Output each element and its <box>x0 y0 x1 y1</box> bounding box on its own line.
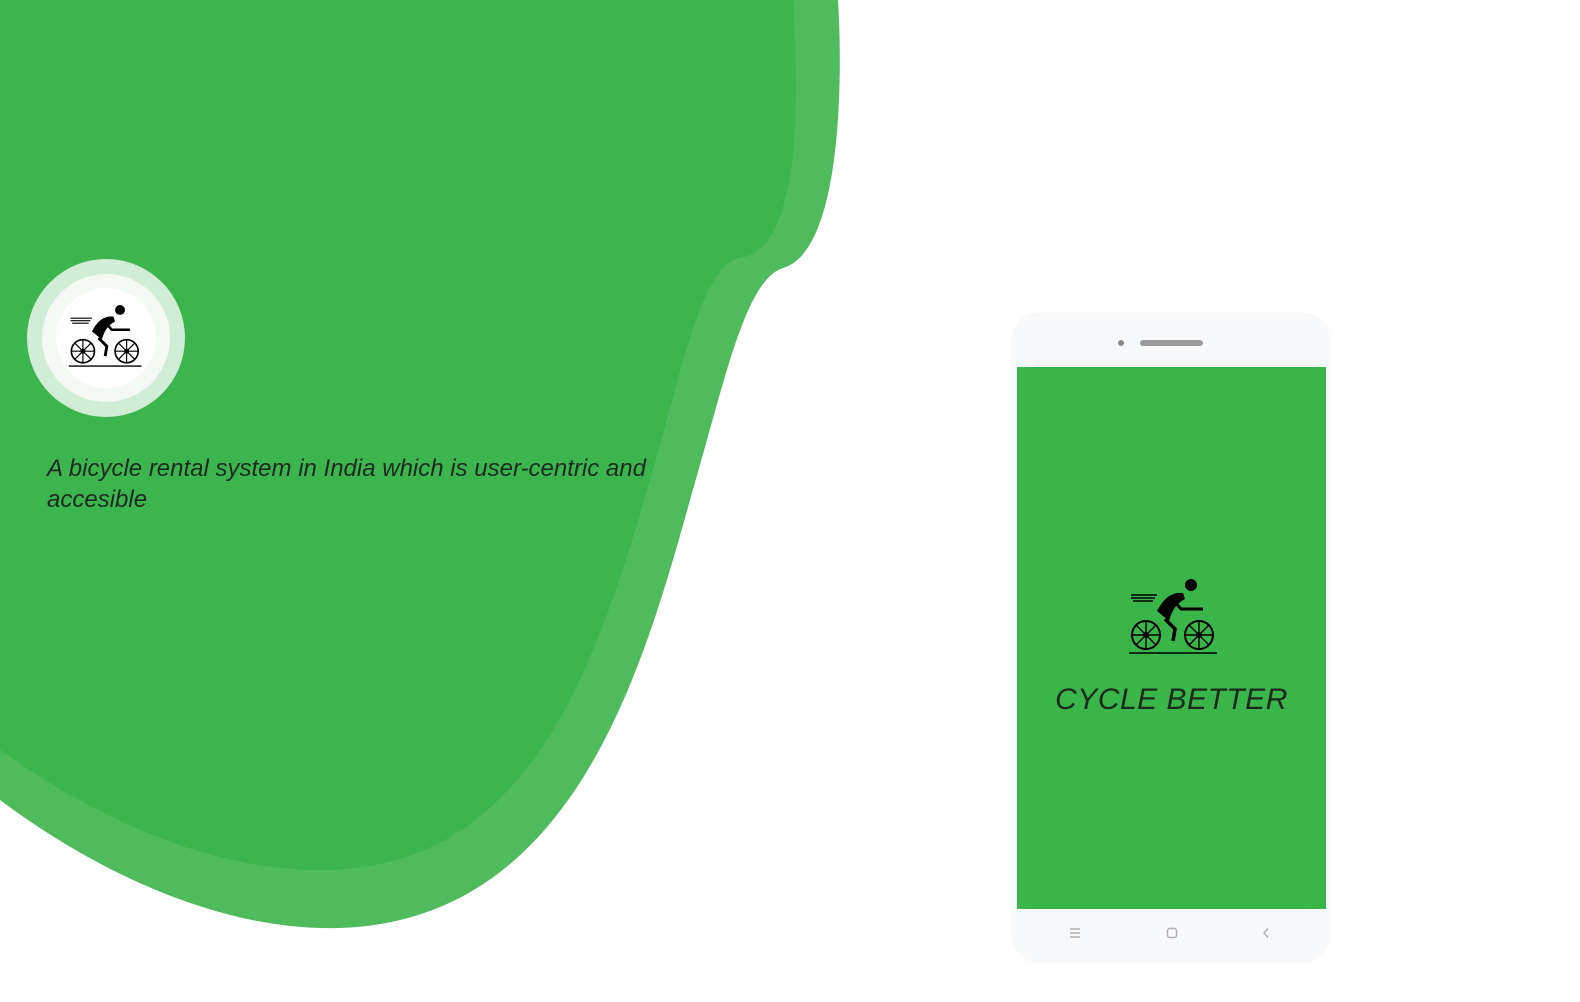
logo-badge <box>27 259 185 417</box>
phone-mockup: CYCLE BETTER <box>1013 314 1329 961</box>
back-chevron-icon[interactable] <box>1256 924 1276 944</box>
android-nav-bar <box>1013 914 1329 954</box>
home-square-icon[interactable] <box>1162 924 1182 944</box>
splash-screen: CYCLE BETTER <box>1017 367 1326 909</box>
app-title: CYCLE BETTER <box>1055 683 1288 716</box>
cyclist-icon <box>68 305 144 371</box>
cyclist-icon <box>1129 579 1219 659</box>
speaker-icon <box>1140 340 1203 346</box>
menu-icon[interactable] <box>1065 924 1085 944</box>
tagline: A bicycle rental system in India which i… <box>47 455 646 513</box>
camera-icon <box>1118 340 1124 346</box>
